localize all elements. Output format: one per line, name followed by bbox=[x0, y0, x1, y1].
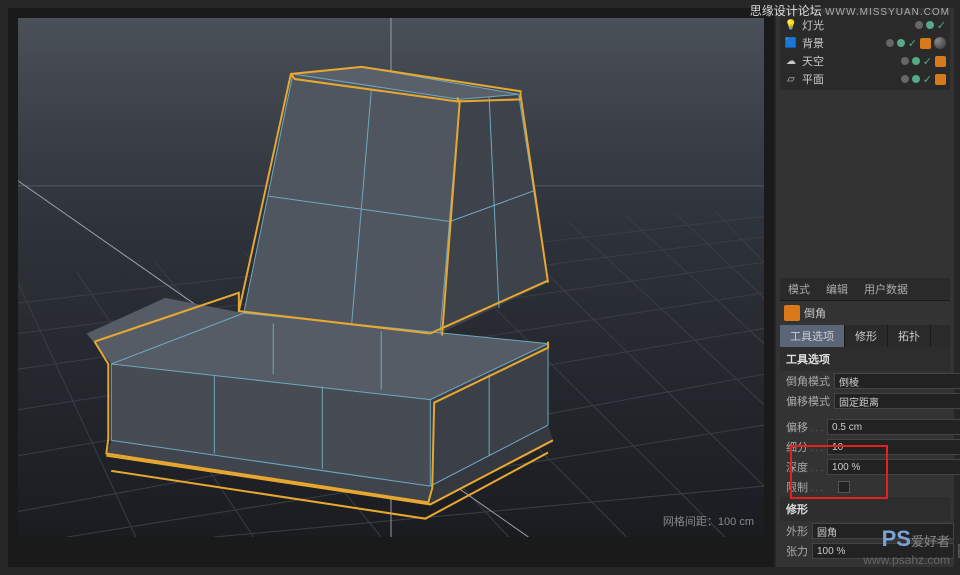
tab-topology[interactable]: 拓扑 bbox=[888, 325, 931, 347]
section-tool-options: 工具选项 bbox=[780, 347, 950, 371]
prop-subdivision: 细分 . . . ▴▾ bbox=[780, 437, 950, 457]
prop-depth: 深度 . . . ▴▾ bbox=[780, 457, 950, 477]
object-label: 平面 bbox=[802, 71, 824, 87]
object-label: 背景 bbox=[802, 35, 824, 51]
grid-spacing-label: 网格间距：100 cm bbox=[663, 513, 754, 529]
section-modifier: 修形 bbox=[780, 497, 950, 521]
light-icon: 💡 bbox=[784, 18, 798, 32]
bevel-tool-icon bbox=[784, 305, 800, 321]
menu-edit[interactable]: 编辑 bbox=[818, 278, 856, 300]
depth-input[interactable] bbox=[827, 459, 960, 475]
attribute-manager: 模式 编辑 用户数据 倒角 工具选项 修形 拓扑 工具选项 倒角模式 偏移模式 bbox=[780, 278, 950, 561]
prop-offset: 偏移 . . . ▴▾ bbox=[780, 417, 950, 437]
viewport-panel: 网格间距：100 cm bbox=[8, 8, 774, 567]
watermark-top: 思缘设计论坛 WWW.MISSYUAN.COM bbox=[750, 2, 950, 19]
prop-limit: 限制 . . . bbox=[780, 477, 950, 497]
prop-bevel-mode: 倒角模式 bbox=[780, 371, 950, 391]
menu-mode[interactable]: 模式 bbox=[780, 278, 818, 300]
sky-icon: ☁ bbox=[784, 54, 798, 68]
viewport-3d[interactable] bbox=[18, 18, 764, 537]
object-row-sky[interactable]: ☁ 天空 ✓ bbox=[782, 52, 948, 70]
mesh-object bbox=[87, 67, 553, 505]
tool-name: 倒角 bbox=[804, 305, 826, 321]
offset-mode-select[interactable] bbox=[834, 393, 960, 409]
menu-userdata[interactable]: 用户数据 bbox=[856, 278, 916, 300]
right-panel: 💡 灯光 ✓ 🟦 背景 ✓ ☁ 天空 bbox=[776, 8, 954, 567]
object-label: 天空 bbox=[802, 53, 824, 69]
bg-icon: 🟦 bbox=[784, 36, 798, 50]
object-label: 灯光 bbox=[802, 17, 824, 33]
object-row-background[interactable]: 🟦 背景 ✓ bbox=[782, 34, 948, 52]
plane-icon: ▱ bbox=[784, 72, 798, 86]
watermark-bottom: PS爱好者 www.psahz.com bbox=[863, 527, 950, 569]
object-row-plane[interactable]: ▱ 平面 ✓ bbox=[782, 70, 948, 88]
bevel-mode-select[interactable] bbox=[834, 373, 960, 389]
subdivision-input[interactable] bbox=[827, 439, 960, 455]
offset-input[interactable] bbox=[827, 419, 960, 435]
object-manager[interactable]: 💡 灯光 ✓ 🟦 背景 ✓ ☁ 天空 bbox=[780, 14, 950, 90]
tab-modifier[interactable]: 修形 bbox=[845, 325, 888, 347]
prop-offset-mode: 偏移模式 bbox=[780, 391, 950, 411]
limit-checkbox[interactable] bbox=[838, 481, 850, 493]
tab-tool-options[interactable]: 工具选项 bbox=[780, 325, 845, 347]
